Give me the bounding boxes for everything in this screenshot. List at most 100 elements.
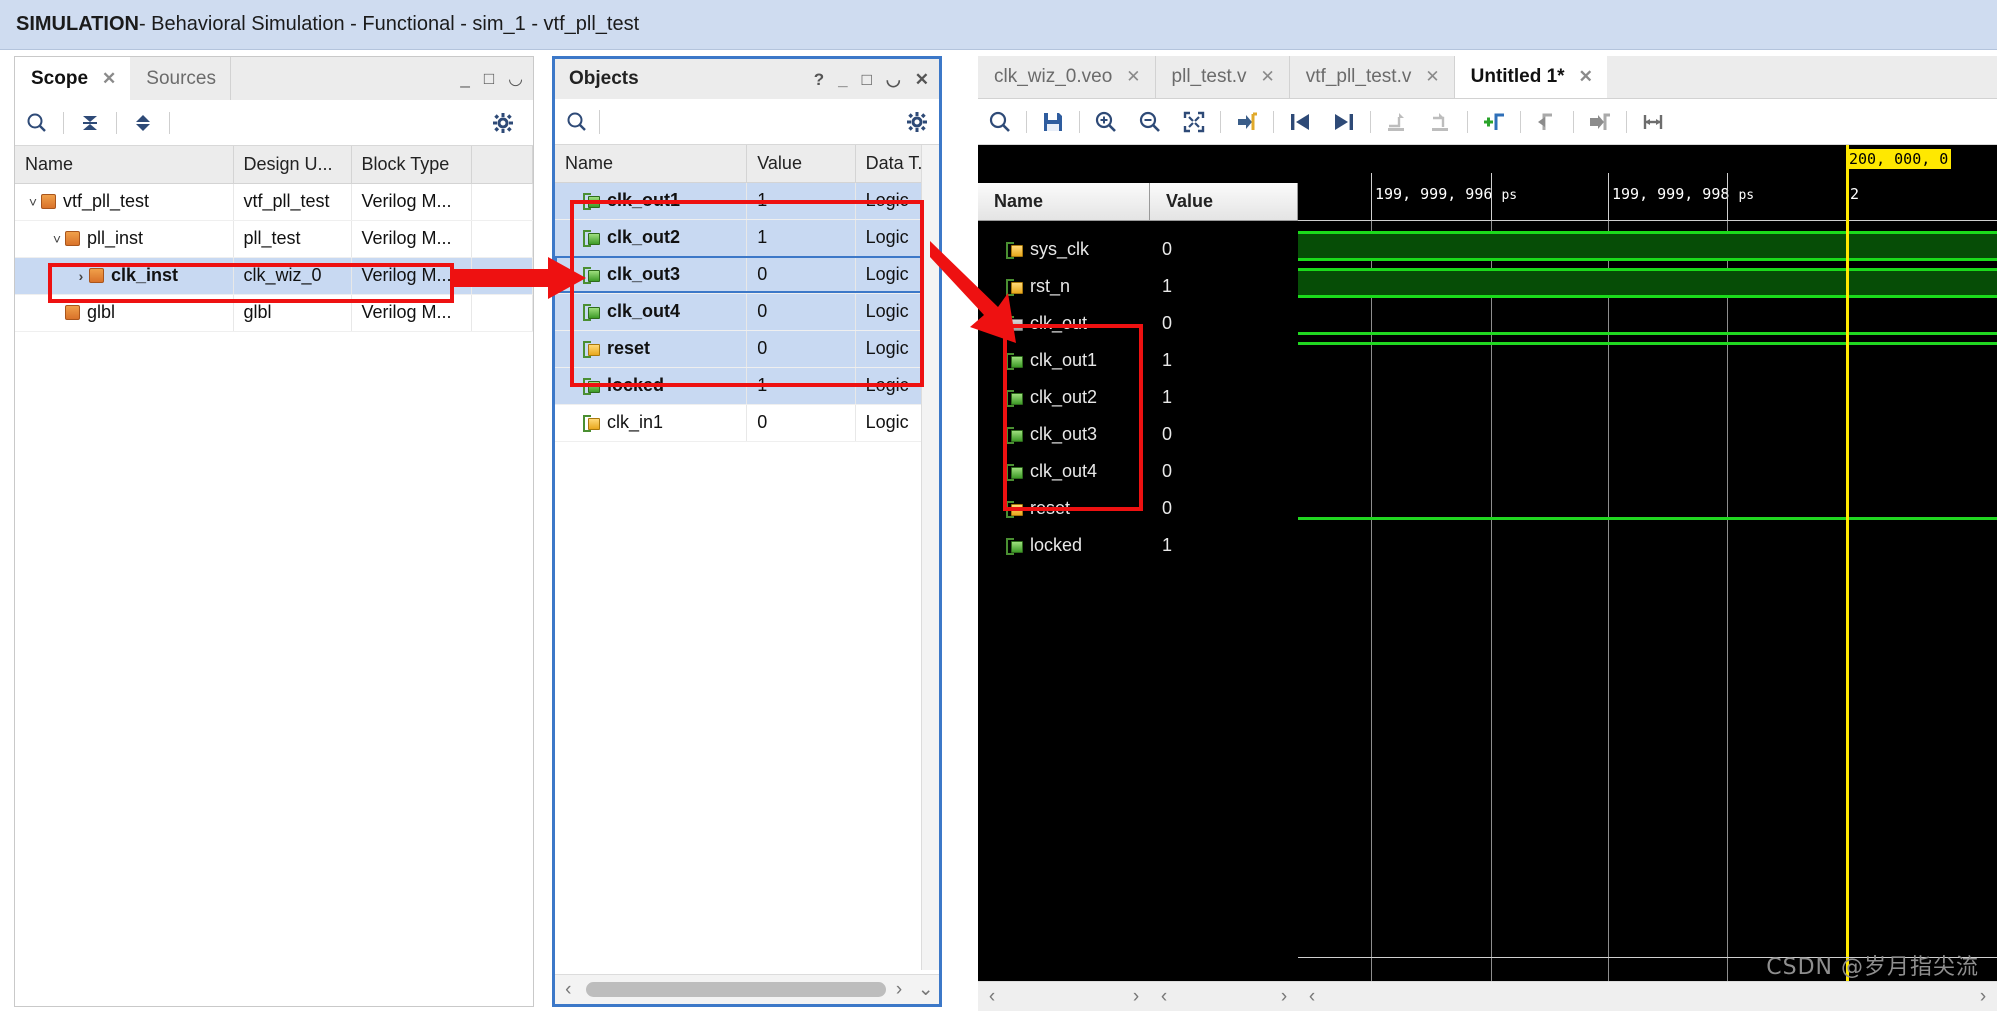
close-icon[interactable]: ✕	[1425, 67, 1439, 87]
maximize-icon[interactable]: □	[862, 71, 872, 88]
tab-pll-test-v[interactable]: pll_test.v ✕	[1156, 56, 1290, 98]
waveform-signal-clk-out4[interactable]: clk_out4	[978, 453, 1150, 490]
table-row[interactable]: ˅pll_inst pll_test Verilog M...	[15, 220, 533, 257]
scroll-left-icon[interactable]: ‹	[1298, 986, 1326, 1008]
scroll-track[interactable]	[1326, 982, 1969, 1012]
scroll-track[interactable]	[1006, 982, 1122, 1012]
object-row-value: 0	[747, 330, 855, 367]
gear-icon[interactable]	[895, 99, 939, 145]
table-row[interactable]: reset 0 Logic	[555, 330, 939, 367]
waveform-signal-clk-out1[interactable]: clk_out1	[978, 342, 1150, 379]
column-header-block-type[interactable]: Block Type	[351, 146, 471, 183]
close-icon[interactable]: ✕	[1579, 67, 1593, 87]
maximize-icon[interactable]: □	[484, 70, 494, 87]
scroll-track[interactable]	[1178, 982, 1270, 1012]
scroll-thumb[interactable]	[586, 982, 886, 997]
waveform-signal-reset[interactable]: reset	[978, 490, 1150, 527]
search-icon[interactable]	[555, 99, 599, 145]
tab-vtf-pll-test-v[interactable]: vtf_pll_test.v ✕	[1290, 56, 1455, 98]
float-icon[interactable]: ◡	[886, 71, 901, 88]
waveform-cursor[interactable]	[1846, 145, 1849, 1011]
close-icon[interactable]: ✕	[915, 71, 929, 88]
help-icon[interactable]: ?	[814, 71, 824, 88]
waveform-signal-clk-out3[interactable]: clk_out3	[978, 416, 1150, 453]
close-icon[interactable]: ✕	[1126, 67, 1140, 87]
table-row[interactable]: clk_out1 1 Logic	[555, 182, 939, 219]
tab-sources[interactable]: Sources	[130, 57, 231, 100]
table-row[interactable]: glbl glbl Verilog M...	[15, 294, 533, 331]
waveform-signal-clk-out[interactable]: clk_out	[978, 305, 1150, 342]
table-row[interactable]: clk_in1 0 Logic	[555, 404, 939, 441]
add-marker-icon[interactable]	[1472, 99, 1516, 145]
scope-tabstrip: Scope ✕ Sources _ □ ◡	[15, 57, 533, 100]
signal-icon	[1006, 427, 1023, 442]
wave-trace-clk-out3	[1298, 416, 1997, 446]
column-header-design-unit[interactable]: Design U...	[233, 146, 351, 183]
close-icon[interactable]: ✕	[1261, 67, 1275, 87]
waveform-signal-clk-out2[interactable]: clk_out2	[978, 379, 1150, 416]
scroll-right-icon[interactable]: ›	[886, 979, 913, 1001]
previous-marker-icon[interactable]	[1525, 99, 1569, 145]
scroll-left-icon[interactable]: ‹	[1150, 986, 1178, 1008]
object-row-name: locked	[555, 367, 747, 404]
column-header-name[interactable]: Name	[555, 145, 747, 182]
chevron-down-icon[interactable]: ˅	[25, 194, 41, 210]
objects-horizontal-scrollbar[interactable]: ‹ › ⌄	[555, 974, 939, 1004]
column-header-name[interactable]: Name	[15, 146, 233, 183]
scope-window-controls: _ □ ◡	[460, 57, 523, 100]
search-icon[interactable]	[978, 99, 1022, 145]
table-row[interactable]: ›clk_inst clk_wiz_0 Verilog M...	[15, 257, 533, 294]
toolbar-separator	[1467, 111, 1468, 133]
tab-untitled-1[interactable]: Untitled 1* ✕	[1455, 56, 1607, 98]
scope-row-block-type: Verilog M...	[351, 220, 471, 257]
add-divider-icon[interactable]	[1375, 99, 1419, 145]
signal-lock-icon	[1006, 242, 1023, 257]
waveform-plot-hscroll[interactable]: ‹ ›	[1298, 981, 1997, 1011]
measure-icon[interactable]	[1631, 99, 1675, 145]
tab-scope[interactable]: Scope ✕	[15, 57, 130, 100]
expand-all-icon[interactable]	[121, 100, 165, 146]
zoom-out-icon[interactable]	[1128, 99, 1172, 145]
snap-to-transition-icon[interactable]	[1225, 99, 1269, 145]
search-icon[interactable]	[15, 100, 59, 146]
save-waveform-icon[interactable]	[1031, 99, 1075, 145]
add-group-icon[interactable]	[1419, 99, 1463, 145]
tab-clk-wiz-0-veo[interactable]: clk_wiz_0.veo ✕	[978, 56, 1156, 98]
gear-icon[interactable]	[481, 100, 525, 146]
search-input[interactable]	[599, 110, 895, 134]
objects-table-header: Name Value Data T.. ^	[555, 145, 939, 182]
scroll-left-icon[interactable]: ‹	[978, 986, 1006, 1008]
toolbar-separator	[1626, 111, 1627, 133]
scroll-down-icon[interactable]: ⌄	[912, 978, 939, 1001]
table-row[interactable]: clk_out3 0 Logic	[555, 256, 939, 293]
scroll-right-icon[interactable]: ›	[1270, 986, 1298, 1008]
zoom-fit-icon[interactable]	[1172, 99, 1216, 145]
close-icon[interactable]: ✕	[102, 69, 116, 89]
chevron-right-icon[interactable]: ›	[73, 268, 89, 284]
next-transition-icon[interactable]	[1322, 99, 1366, 145]
objects-vertical-scrollbar[interactable]	[921, 145, 939, 970]
table-row[interactable]: ˅vtf_pll_test vtf_pll_test Verilog M...	[15, 183, 533, 220]
next-marker-icon[interactable]	[1578, 99, 1622, 145]
zoom-in-icon[interactable]	[1084, 99, 1128, 145]
waveform-names-hscroll[interactable]: ‹ ›	[978, 981, 1150, 1011]
waveform-signal-sys-clk[interactable]: sys_clk	[978, 231, 1150, 268]
waveform-values-hscroll[interactable]: ‹ ›	[1150, 981, 1298, 1011]
previous-transition-icon[interactable]	[1278, 99, 1322, 145]
chevron-down-icon[interactable]: ˅	[49, 231, 65, 247]
table-row[interactable]: clk_out4 0 Logic	[555, 293, 939, 330]
table-row[interactable]: locked 1 Logic	[555, 367, 939, 404]
float-icon[interactable]: ◡	[508, 70, 523, 87]
waveform-plot[interactable]: 199, 999, 996 ps 199, 999, 998 ps 2	[1298, 145, 1997, 1011]
table-row[interactable]: clk_out2 1 Logic	[555, 219, 939, 256]
waveform-signal-rst-n[interactable]: rst_n	[978, 268, 1150, 305]
scroll-right-icon[interactable]: ›	[1969, 986, 1997, 1008]
scroll-right-icon[interactable]: ›	[1122, 986, 1150, 1008]
waveform-signal-locked[interactable]: locked	[978, 527, 1150, 564]
minimize-icon[interactable]: _	[838, 71, 847, 88]
column-header-value[interactable]: Value	[747, 145, 855, 182]
scroll-track[interactable]	[582, 975, 886, 1005]
scroll-left-icon[interactable]: ‹	[555, 979, 582, 1001]
collapse-all-icon[interactable]	[68, 100, 112, 146]
minimize-icon[interactable]: _	[460, 70, 469, 87]
